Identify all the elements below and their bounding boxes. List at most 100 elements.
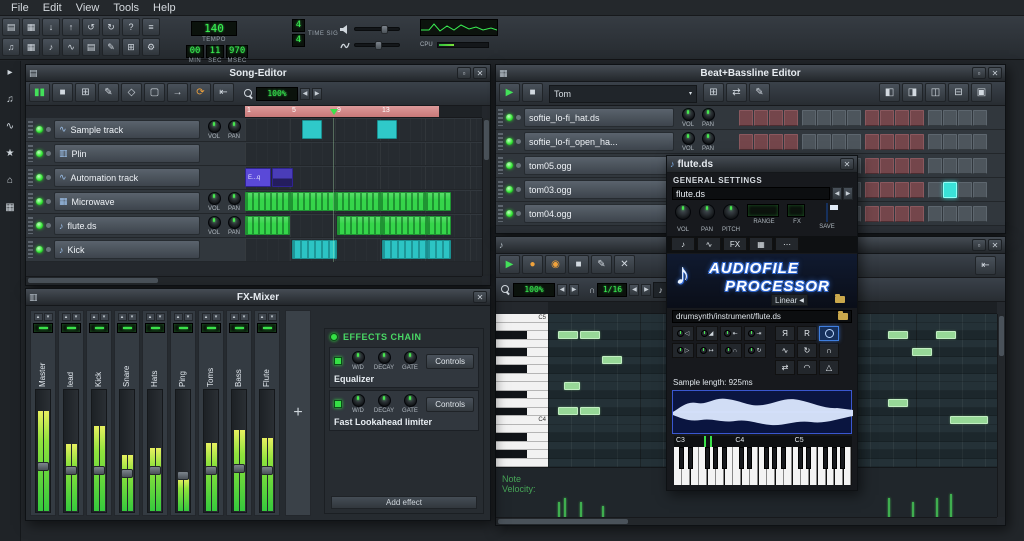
play-button[interactable]: ▶ bbox=[499, 83, 520, 102]
effect-slot[interactable]: W/D DECAY GATE Controls Equalizer bbox=[329, 347, 479, 388]
mixer-channel[interactable]: ▴ ▾ Flute bbox=[254, 310, 280, 516]
piano-key[interactable] bbox=[496, 382, 548, 391]
channel-down-button[interactable]: ▾ bbox=[212, 313, 221, 321]
menu-item[interactable]: File bbox=[4, 0, 36, 16]
stop-button[interactable]: ■ bbox=[52, 83, 73, 102]
pattern-lane[interactable] bbox=[245, 119, 482, 141]
automation-editor-toggle[interactable]: ∿ bbox=[62, 38, 80, 56]
pause-button[interactable]: ▮▮ bbox=[29, 83, 50, 102]
speed-knob[interactable]: ◢ bbox=[696, 326, 718, 341]
channel-name[interactable]: Toms bbox=[206, 335, 216, 387]
plugin-key-black[interactable] bbox=[772, 447, 777, 469]
edit-mode-button[interactable]: ◇ bbox=[121, 83, 142, 102]
track-mute-led[interactable] bbox=[506, 114, 513, 121]
track-mute-led[interactable] bbox=[506, 210, 513, 217]
track-name-button[interactable]: ♪ Kick bbox=[54, 240, 200, 259]
track-mute-led[interactable] bbox=[506, 186, 513, 193]
effect-enable-checkbox[interactable] bbox=[334, 400, 342, 408]
mixer-channel[interactable]: ▴ ▾ Snare bbox=[114, 310, 140, 516]
channel-fader[interactable] bbox=[203, 389, 219, 513]
pattern-lane[interactable] bbox=[245, 191, 482, 213]
mixer-channel[interactable]: ▴ ▾ Toms bbox=[198, 310, 224, 516]
settings-button[interactable]: ⚙ bbox=[142, 38, 160, 56]
beat-cell[interactable] bbox=[880, 182, 894, 198]
track-name-button[interactable]: ▦ Microwave bbox=[54, 192, 200, 211]
mixer-channel[interactable]: ▴ ▾ lead bbox=[58, 310, 84, 516]
track-mute-led[interactable] bbox=[36, 174, 43, 181]
track-name-button[interactable]: softie_lo-fi_open_ha... bbox=[524, 132, 674, 151]
pattern-block[interactable] bbox=[380, 192, 425, 211]
beat-cell[interactable] bbox=[910, 110, 924, 126]
add-effect-button[interactable]: Add effect bbox=[331, 496, 477, 509]
close-button[interactable]: ✕ bbox=[988, 239, 1002, 251]
record-accompany-button[interactable]: ◉ bbox=[545, 255, 566, 274]
loop-off-button[interactable]: ↻ bbox=[797, 343, 817, 358]
track-solo-dot[interactable] bbox=[516, 187, 521, 192]
piano-key[interactable] bbox=[496, 323, 548, 332]
sample-start-marker[interactable] bbox=[704, 436, 706, 447]
track-name-button[interactable]: ▥ Plin bbox=[54, 144, 200, 163]
beat-cell[interactable] bbox=[895, 206, 909, 222]
pan-knob[interactable] bbox=[699, 204, 715, 220]
presets[interactable]: ★ bbox=[3, 146, 18, 161]
crossfade-knob[interactable]: ↻ bbox=[744, 343, 766, 358]
channel-name[interactable]: Snare bbox=[122, 335, 132, 387]
record-button[interactable]: R bbox=[797, 326, 817, 341]
add-channel-button[interactable]: + bbox=[285, 310, 311, 516]
beat-cell[interactable] bbox=[943, 158, 957, 174]
beat-cell[interactable] bbox=[973, 206, 987, 222]
interpolation-selector[interactable]: Linear ◀ bbox=[771, 294, 808, 306]
velocity-line[interactable] bbox=[912, 502, 914, 518]
next-preset-button[interactable]: ▶ bbox=[843, 187, 853, 200]
note[interactable] bbox=[558, 407, 578, 415]
channel-down-button[interactable]: ▾ bbox=[72, 313, 81, 321]
pattern-block[interactable]: E...q bbox=[245, 168, 271, 187]
beat-cell[interactable] bbox=[958, 158, 972, 174]
open-project-button[interactable]: ▦ bbox=[22, 18, 40, 36]
track-grip[interactable] bbox=[28, 121, 33, 138]
beat-cell[interactable] bbox=[865, 182, 879, 198]
beat-cell[interactable] bbox=[880, 158, 894, 174]
fader-handle[interactable] bbox=[149, 466, 161, 475]
export-project-button[interactable]: ↑ bbox=[62, 18, 80, 36]
channel-down-button[interactable]: ▾ bbox=[128, 313, 137, 321]
fx-chain-tab[interactable]: FX bbox=[723, 237, 747, 251]
maximize-button[interactable]: ▫ bbox=[972, 239, 986, 251]
stutter-knob[interactable]: ↦ bbox=[696, 343, 718, 358]
piano-key[interactable] bbox=[496, 459, 548, 468]
beat-cell[interactable] bbox=[802, 110, 816, 126]
pingpong-button[interactable]: ⇄ bbox=[775, 360, 795, 375]
volume-knob[interactable] bbox=[208, 120, 221, 133]
channel-fader[interactable] bbox=[63, 389, 79, 513]
plugin-tab[interactable]: ♪ bbox=[671, 237, 695, 251]
note[interactable] bbox=[936, 331, 956, 339]
channel-down-button[interactable]: ▾ bbox=[44, 313, 53, 321]
plugin-key-black[interactable] bbox=[722, 447, 727, 469]
stop-button[interactable]: ■ bbox=[522, 83, 543, 102]
velocity-line[interactable] bbox=[558, 502, 560, 518]
plugin-key-black[interactable] bbox=[806, 447, 811, 469]
plugin-key-black[interactable] bbox=[840, 447, 845, 469]
effect-slot[interactable]: W/D DECAY GATE Controls Fast Lookahead l… bbox=[329, 390, 479, 431]
fader-handle[interactable] bbox=[65, 466, 77, 475]
piano-key[interactable] bbox=[496, 348, 548, 357]
velocity-line[interactable] bbox=[936, 498, 938, 518]
track-grip[interactable] bbox=[498, 157, 503, 174]
sample-path-bar[interactable]: drumsynth/instrument/flute.ds bbox=[672, 310, 852, 323]
stop-button[interactable]: ■ bbox=[568, 255, 589, 274]
track-mute-led[interactable] bbox=[36, 150, 43, 157]
bb-editor-titlebar[interactable]: ▦ Beat+Bassline Editor ▫ ✕ bbox=[496, 65, 1005, 82]
pattern-lane[interactable] bbox=[245, 143, 482, 165]
pattern-block[interactable] bbox=[245, 192, 290, 211]
volume-knob[interactable] bbox=[208, 192, 221, 205]
track-grip[interactable] bbox=[498, 109, 503, 126]
beat-cell[interactable] bbox=[928, 110, 942, 126]
draw-mode-button[interactable]: ✎ bbox=[98, 83, 119, 102]
track-name-button[interactable]: softie_lo-fi_hat.ds bbox=[524, 108, 674, 127]
beat-cell[interactable] bbox=[973, 158, 987, 174]
channel-up-button[interactable]: ▴ bbox=[118, 313, 127, 321]
note[interactable] bbox=[602, 356, 622, 364]
track-name-button[interactable]: tom05.ogg bbox=[524, 156, 674, 175]
project-notes-toggle[interactable]: ✎ bbox=[102, 38, 120, 56]
track-grip[interactable] bbox=[498, 205, 503, 222]
